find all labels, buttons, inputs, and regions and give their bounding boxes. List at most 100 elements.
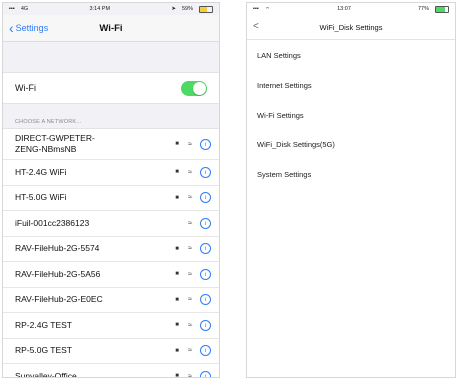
wifi-signal-icon: ≈ bbox=[188, 140, 192, 148]
wifi-signal-icon: ≈ bbox=[188, 194, 192, 202]
wifi-toggle[interactable] bbox=[181, 80, 207, 96]
network-name: HT-5.0G WiFi bbox=[15, 192, 66, 203]
network-icons: ■ ≈ i bbox=[174, 345, 211, 357]
battery-icon bbox=[435, 5, 449, 13]
network-icons: ■ ≈ i bbox=[174, 268, 211, 280]
info-icon[interactable]: i bbox=[200, 345, 211, 357]
network-name: RAV-FileHub-2G-5574 bbox=[15, 243, 99, 254]
network-row[interactable]: DIRECT-GWPETER- ZENG-NBmsNB ■ ≈ i bbox=[3, 129, 219, 160]
network-name-line: RAV-FileHub-2G-E0EC bbox=[15, 294, 103, 305]
chevron-left-icon: ‹ bbox=[9, 20, 14, 36]
network-name-line: RP-5.0G TEST bbox=[15, 345, 72, 356]
chevron-left-icon: < bbox=[253, 21, 259, 32]
lock-icon: ■ bbox=[175, 245, 179, 252]
network-icons: ■ ≈ i bbox=[174, 243, 211, 255]
status-bar: ▪▪▪ ⌔ 13:07 77% bbox=[247, 3, 455, 15]
battery-icon bbox=[199, 5, 213, 13]
network-row[interactable]: RP-5.0G TEST ■ ≈ i bbox=[3, 339, 219, 364]
status-time: 13:07 bbox=[337, 6, 351, 12]
wifidisk-settings-screen: ▪▪▪ ⌔ 13:07 77% < WiFi_Disk Settings LAN… bbox=[246, 2, 456, 378]
wifi-signal-icon: ≈ bbox=[188, 168, 192, 176]
wifi-status-icon: ⌔ bbox=[264, 6, 271, 13]
network-row[interactable]: RP-2.4G TEST ■ ≈ i bbox=[3, 313, 219, 339]
network-icons: ■ ≈ i bbox=[174, 138, 211, 150]
network-icons: ≈ i bbox=[174, 217, 211, 229]
settings-list: LAN Settings Internet Settings Wi-Fi Setti… bbox=[247, 40, 455, 189]
network-name-line: RAV-FileHub-2G-5A56 bbox=[15, 268, 101, 279]
info-icon[interactable]: i bbox=[200, 217, 211, 229]
location-icon: ➤ bbox=[171, 6, 176, 12]
info-icon[interactable]: i bbox=[200, 192, 211, 204]
back-button[interactable]: ‹ Settings bbox=[9, 15, 48, 41]
network-row[interactable]: iFuil-001cc2386123 ≈ i bbox=[3, 211, 219, 237]
lock-icon: ■ bbox=[175, 347, 179, 354]
carrier-label: 4G bbox=[20, 6, 29, 12]
section-header: CHOOSE A NETWORK... bbox=[15, 119, 82, 125]
network-icons: ■ ≈ i bbox=[174, 166, 211, 178]
signal-icon: ▪▪▪ bbox=[253, 6, 259, 12]
toggle-knob bbox=[193, 81, 206, 95]
network-list: DIRECT-GWPETER- ZENG-NBmsNB ■ ≈ i HT-2.4G WiF… bbox=[3, 128, 219, 378]
network-icons: ■ ≈ i bbox=[174, 294, 211, 306]
wifi-signal-icon: ≈ bbox=[188, 245, 192, 253]
wifi-signal-icon: ≈ bbox=[188, 372, 192, 378]
network-name-line: Sunvalley-Office bbox=[15, 370, 77, 378]
info-icon[interactable]: i bbox=[200, 370, 211, 377]
wifi-signal-icon: ≈ bbox=[188, 347, 192, 355]
page-title: WiFi_Disk Settings bbox=[319, 22, 383, 32]
info-icon[interactable]: i bbox=[200, 268, 211, 280]
info-icon[interactable]: i bbox=[200, 319, 211, 331]
network-name-line: RP-2.4G TEST bbox=[15, 319, 72, 330]
network-row[interactable]: RAV-FileHub-2G-E0EC ■ ≈ i bbox=[3, 288, 219, 313]
wifi-toggle-label: Wi-Fi bbox=[15, 83, 36, 93]
network-name-line: DIRECT-GWPETER- bbox=[15, 133, 95, 143]
wifi-settings-screen: ▪▪▪ 4G 3:14 PM ➤ 59% ‹ Settings Wi-Fi Wi… bbox=[2, 2, 220, 378]
info-icon[interactable]: i bbox=[200, 294, 211, 306]
network-name-line: ZENG-NBmsNB bbox=[15, 144, 77, 154]
wifi-signal-icon: ≈ bbox=[188, 270, 192, 278]
back-button-label: Settings bbox=[15, 23, 49, 33]
network-name: RP-2.4G TEST bbox=[15, 320, 72, 331]
info-icon[interactable]: i bbox=[200, 243, 211, 255]
settings-item[interactable]: WiFi_Disk Settings(5G) bbox=[247, 130, 455, 160]
network-name: RAV-FileHub-2G-5A56 bbox=[15, 269, 100, 280]
network-name: HT-2.4G WiFi bbox=[15, 167, 66, 178]
settings-item[interactable]: Wi-Fi Settings bbox=[247, 101, 455, 131]
network-row[interactable]: RAV-FileHub-2G-5A56 ■ ≈ i bbox=[3, 262, 219, 288]
network-name: Sunvalley-Office bbox=[15, 370, 77, 378]
lock-icon: ■ bbox=[175, 296, 179, 303]
status-time: 3:14 PM bbox=[89, 6, 111, 12]
network-name: RAV-FileHub-2G-E0EC bbox=[15, 294, 103, 305]
wifi-signal-icon: ≈ bbox=[188, 321, 192, 329]
lock-icon: ■ bbox=[175, 194, 179, 201]
network-name: RP-5.0G TEST bbox=[15, 345, 72, 356]
network-icons: ■ ≈ i bbox=[174, 370, 211, 378]
settings-item[interactable]: Internet Settings bbox=[247, 71, 455, 101]
info-icon[interactable]: i bbox=[200, 166, 211, 178]
network-row[interactable]: Sunvalley-Office ■ ≈ i bbox=[3, 364, 219, 378]
network-row[interactable]: RAV-FileHub-2G-5574 ■ ≈ i bbox=[3, 237, 219, 262]
signal-icon: ▪▪▪ bbox=[9, 6, 15, 12]
navigation-bar: ‹ Settings Wi-Fi bbox=[3, 15, 219, 42]
network-name-line: HT-2.4G WiFi bbox=[15, 166, 67, 177]
status-bar: ▪▪▪ 4G 3:14 PM ➤ 59% bbox=[3, 3, 219, 15]
lock-icon: ■ bbox=[175, 169, 179, 176]
lock-icon: ■ bbox=[175, 322, 179, 329]
network-name-line: HT-5.0G WiFi bbox=[15, 192, 67, 203]
lock-icon: ■ bbox=[175, 141, 179, 147]
network-name-line: RAV-FileHub-2G-5574 bbox=[15, 243, 100, 254]
settings-item[interactable]: System Settings bbox=[247, 160, 455, 190]
network-row[interactable]: HT-2.4G WiFi ■ ≈ i bbox=[3, 160, 219, 186]
lock-icon: ■ bbox=[175, 271, 179, 278]
wifi-signal-icon: ≈ bbox=[188, 219, 192, 227]
network-name: DIRECT-GWPETER- ZENG-NBmsNB bbox=[15, 133, 95, 155]
network-icons: ■ ≈ i bbox=[174, 319, 211, 331]
info-icon[interactable]: i bbox=[200, 138, 211, 150]
network-name-line: iFuil-001cc2386123 bbox=[15, 217, 90, 228]
battery-percent: 59% bbox=[181, 6, 193, 12]
wifi-toggle-row: Wi-Fi bbox=[3, 72, 219, 104]
battery-percent: 77% bbox=[417, 6, 429, 12]
back-button[interactable]: < bbox=[253, 15, 261, 39]
settings-item[interactable]: LAN Settings bbox=[247, 40, 455, 71]
network-row[interactable]: HT-5.0G WiFi ■ ≈ i bbox=[3, 186, 219, 211]
